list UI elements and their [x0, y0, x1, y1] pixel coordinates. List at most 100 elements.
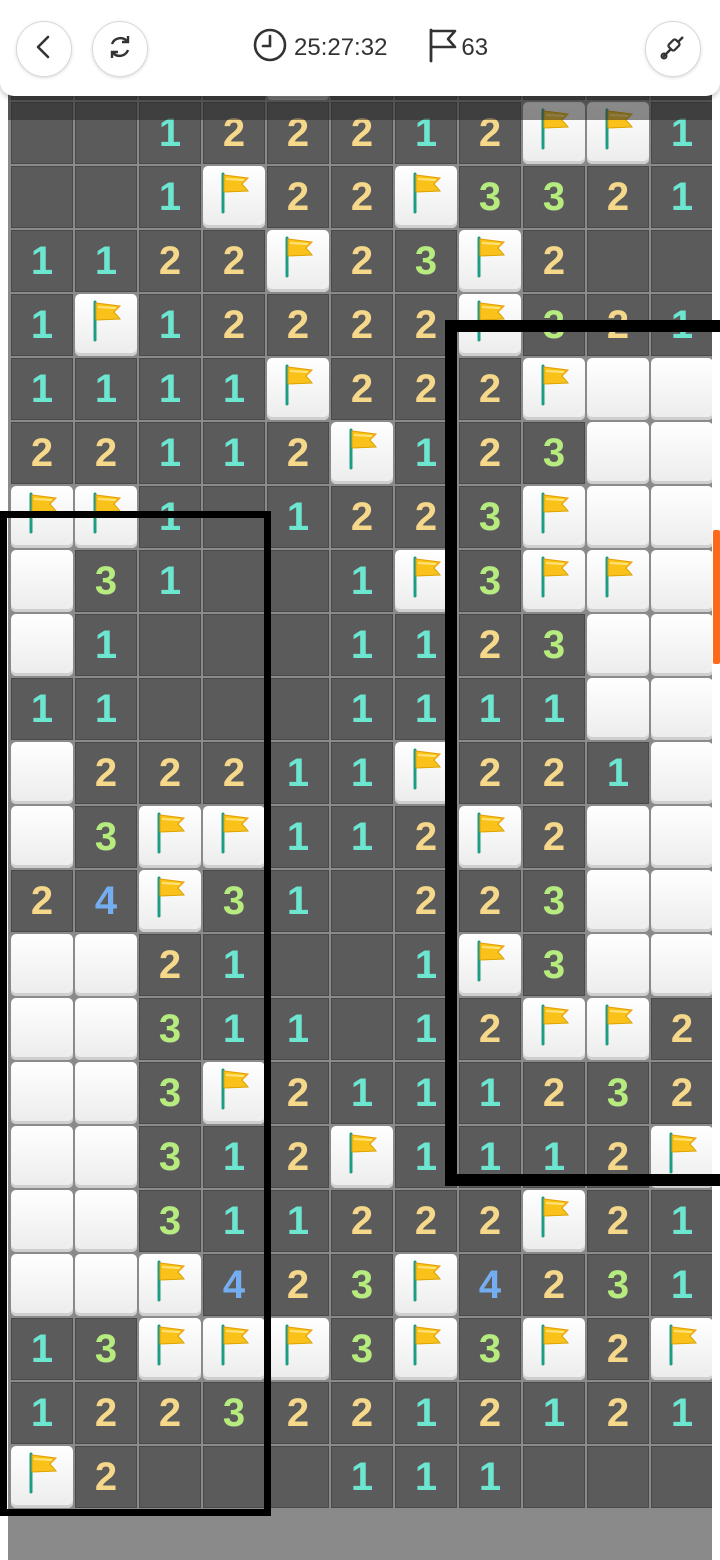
revealed-cell[interactable]: 2	[651, 998, 712, 1060]
revealed-cell[interactable]: 2	[331, 1382, 393, 1444]
unrevealed-cell[interactable]	[75, 1126, 137, 1188]
revealed-cell[interactable]: 1	[459, 1446, 521, 1508]
revealed-cell[interactable]: 1	[331, 550, 393, 612]
revealed-cell[interactable]: 1	[11, 1318, 73, 1380]
flagged-cell[interactable]	[459, 230, 521, 292]
revealed-cell[interactable]: 2	[139, 742, 201, 804]
flagged-cell[interactable]	[267, 358, 329, 420]
revealed-cell[interactable]: 1	[459, 1062, 521, 1124]
revealed-cell[interactable]: 1	[139, 422, 201, 484]
revealed-cell[interactable]: 2	[459, 1382, 521, 1444]
revealed-cell[interactable]	[139, 1446, 201, 1508]
revealed-cell[interactable]: 2	[587, 1190, 649, 1252]
revealed-cell[interactable]: 2	[331, 358, 393, 420]
revealed-cell[interactable]	[267, 1446, 329, 1508]
revealed-cell[interactable]: 2	[203, 294, 265, 356]
revealed-cell[interactable]	[267, 614, 329, 676]
unrevealed-cell[interactable]	[11, 806, 73, 868]
unrevealed-cell[interactable]	[587, 870, 649, 932]
revealed-cell[interactable]: 2	[523, 806, 585, 868]
flagged-cell[interactable]	[459, 806, 521, 868]
revealed-cell[interactable]	[267, 678, 329, 740]
unrevealed-cell[interactable]	[587, 486, 649, 548]
flagged-cell[interactable]	[139, 806, 201, 868]
revealed-cell[interactable]: 2	[651, 1062, 712, 1124]
unrevealed-cell[interactable]	[651, 422, 712, 484]
back-button[interactable]	[16, 21, 72, 77]
revealed-cell[interactable]: 3	[523, 870, 585, 932]
revealed-cell[interactable]: 2	[459, 998, 521, 1060]
revealed-cell[interactable]: 1	[651, 1190, 712, 1252]
unrevealed-cell[interactable]	[587, 806, 649, 868]
revealed-cell[interactable]: 1	[395, 998, 457, 1060]
revealed-cell[interactable]: 2	[587, 294, 649, 356]
revealed-cell[interactable]: 2	[587, 166, 649, 228]
unrevealed-cell[interactable]	[11, 550, 73, 612]
revealed-cell[interactable]: 1	[651, 102, 712, 164]
dig-tool-button[interactable]	[645, 21, 701, 77]
revealed-cell[interactable]: 1	[395, 1446, 457, 1508]
revealed-cell[interactable]: 2	[459, 614, 521, 676]
unrevealed-cell[interactable]	[587, 934, 649, 996]
revealed-cell[interactable]: 2	[267, 1254, 329, 1316]
revealed-cell[interactable]: 2	[331, 1190, 393, 1252]
revealed-cell[interactable]: 1	[11, 294, 73, 356]
flagged-cell[interactable]	[523, 102, 585, 164]
revealed-cell[interactable]: 2	[395, 806, 457, 868]
flagged-cell[interactable]	[395, 550, 457, 612]
revealed-cell[interactable]	[11, 102, 73, 164]
revealed-cell[interactable]: 1	[459, 1126, 521, 1188]
flagged-cell[interactable]	[523, 486, 585, 548]
revealed-cell[interactable]: 1	[267, 806, 329, 868]
revealed-cell[interactable]	[651, 1446, 712, 1508]
unrevealed-cell[interactable]	[587, 422, 649, 484]
revealed-cell[interactable]: 2	[267, 166, 329, 228]
revealed-cell[interactable]: 1	[651, 1382, 712, 1444]
revealed-cell[interactable]: 2	[203, 230, 265, 292]
revealed-cell[interactable]: 1	[75, 358, 137, 420]
revealed-cell[interactable]: 3	[523, 166, 585, 228]
revealed-cell[interactable]: 2	[139, 934, 201, 996]
revealed-cell[interactable]: 4	[75, 870, 137, 932]
flagged-cell[interactable]	[651, 1318, 712, 1380]
flagged-cell[interactable]	[331, 1126, 393, 1188]
revealed-cell[interactable]: 2	[395, 294, 457, 356]
flagged-cell[interactable]	[11, 486, 73, 548]
revealed-cell[interactable]: 3	[75, 1318, 137, 1380]
revealed-cell[interactable]: 2	[139, 230, 201, 292]
flagged-cell[interactable]	[459, 934, 521, 996]
revealed-cell[interactable]: 1	[203, 1126, 265, 1188]
revealed-cell[interactable]: 3	[331, 1254, 393, 1316]
flagged-cell[interactable]	[139, 1318, 201, 1380]
revealed-cell[interactable]	[203, 550, 265, 612]
flagged-cell[interactable]	[11, 1446, 73, 1508]
unrevealed-cell[interactable]	[11, 998, 73, 1060]
revealed-cell[interactable]: 2	[331, 166, 393, 228]
revealed-cell[interactable]: 1	[139, 102, 201, 164]
revealed-cell[interactable]: 2	[459, 742, 521, 804]
revealed-cell[interactable]: 2	[267, 422, 329, 484]
revealed-cell[interactable]: 1	[267, 1190, 329, 1252]
revealed-cell[interactable]: 3	[139, 998, 201, 1060]
flagged-cell[interactable]	[587, 102, 649, 164]
revealed-cell[interactable]: 1	[331, 1062, 393, 1124]
revealed-cell[interactable]: 1	[587, 742, 649, 804]
revealed-cell[interactable]: 1	[203, 422, 265, 484]
unrevealed-cell[interactable]	[11, 1062, 73, 1124]
unrevealed-cell[interactable]	[651, 742, 712, 804]
revealed-cell[interactable]	[139, 614, 201, 676]
revealed-cell[interactable]: 1	[395, 678, 457, 740]
revealed-cell[interactable]: 1	[651, 1254, 712, 1316]
revealed-cell[interactable]: 1	[267, 998, 329, 1060]
unrevealed-cell[interactable]	[651, 358, 712, 420]
revealed-cell[interactable]: 2	[75, 742, 137, 804]
unrevealed-cell[interactable]	[651, 678, 712, 740]
revealed-cell[interactable]: 3	[523, 614, 585, 676]
unrevealed-cell[interactable]	[587, 614, 649, 676]
revealed-cell[interactable]	[139, 678, 201, 740]
revealed-cell[interactable]: 2	[395, 358, 457, 420]
revealed-cell[interactable]: 2	[523, 1062, 585, 1124]
flagged-cell[interactable]	[523, 358, 585, 420]
revealed-cell[interactable]: 2	[395, 1190, 457, 1252]
revealed-cell[interactable]: 1	[395, 1062, 457, 1124]
